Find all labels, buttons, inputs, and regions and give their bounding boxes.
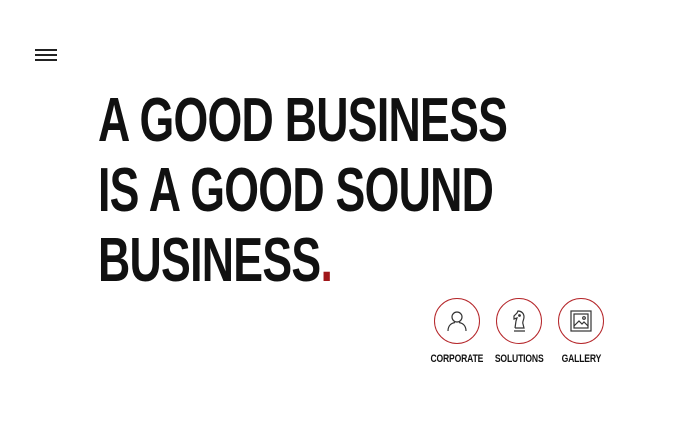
gallery-circle[interactable] bbox=[558, 298, 604, 344]
headline-line-3-text: BUSINESS bbox=[98, 226, 321, 295]
nav-item-solutions[interactable]: SOLUTIONS bbox=[494, 298, 544, 365]
nav-item-corporate[interactable]: CORPORATE bbox=[430, 298, 484, 365]
nav-item-gallery[interactable]: GALLERY bbox=[556, 298, 606, 365]
solutions-circle[interactable] bbox=[496, 298, 542, 344]
headline-accent-dot: . bbox=[320, 226, 333, 295]
section-nav: CORPORATE SOLUTIONS GALLERY bbox=[430, 298, 606, 365]
person-icon bbox=[447, 311, 467, 332]
nav-label-gallery: GALLERY bbox=[561, 353, 601, 365]
hamburger-icon-bar bbox=[35, 59, 57, 61]
image-icon bbox=[570, 310, 592, 332]
nav-label-corporate: CORPORATE bbox=[430, 353, 484, 365]
corporate-circle[interactable] bbox=[434, 298, 480, 344]
headline-line-1: A GOOD BUSINESS bbox=[98, 86, 508, 155]
menu-button[interactable] bbox=[35, 49, 57, 62]
chess-knight-icon bbox=[513, 310, 525, 332]
headline: A GOOD BUSINESS IS A GOOD SOUND BUSINESS… bbox=[98, 86, 508, 296]
nav-label-solutions: SOLUTIONS bbox=[494, 353, 544, 365]
headline-line-2: IS A GOOD SOUND bbox=[98, 156, 494, 225]
hamburger-icon-bar bbox=[35, 54, 57, 56]
hamburger-icon-bar bbox=[35, 49, 57, 51]
headline-line-3: BUSINESS. bbox=[98, 226, 507, 296]
